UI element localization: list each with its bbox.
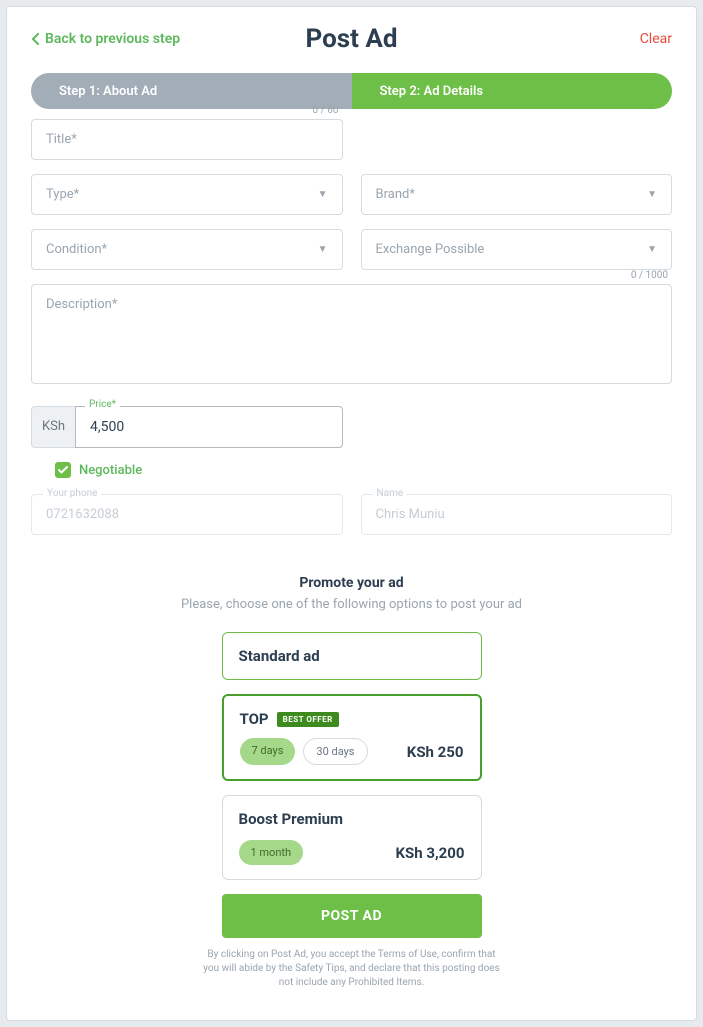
best-offer-badge: BEST OFFER <box>277 712 339 727</box>
top-duration-30days[interactable]: 30 days <box>303 738 367 765</box>
clear-link[interactable]: Clear <box>640 31 672 47</box>
name-label: Name <box>373 488 408 499</box>
step-2[interactable]: Step 2: Ad Details <box>352 73 673 109</box>
step-1[interactable]: Step 1: About Ad <box>31 73 352 109</box>
negotiable-label: Negotiable <box>79 463 142 478</box>
promote-title: Promote your ad <box>31 575 672 591</box>
top-duration-7days[interactable]: 7 days <box>240 738 296 765</box>
promo-top-title: TOP <box>240 710 269 728</box>
promote-subtitle: Please, choose one of the following opti… <box>31 597 672 612</box>
negotiable-checkbox[interactable] <box>55 462 71 478</box>
promo-top-price: KSh 250 <box>407 743 464 761</box>
brand-placeholder: Brand* <box>376 187 415 202</box>
chevron-left-icon <box>31 33 39 45</box>
description-input[interactable] <box>31 284 672 384</box>
exchange-placeholder: Exchange Possible <box>376 242 485 257</box>
chevron-down-icon: ▼ <box>647 244 657 255</box>
name-input[interactable] <box>361 494 673 535</box>
type-placeholder: Type* <box>46 187 79 202</box>
back-link[interactable]: Back to previous step <box>31 31 180 47</box>
check-icon <box>58 466 68 474</box>
chevron-down-icon: ▼ <box>318 244 328 255</box>
exchange-select[interactable]: Exchange Possible ▼ <box>361 229 673 270</box>
chevron-down-icon: ▼ <box>318 189 328 200</box>
promo-boost-title: Boost Premium <box>239 810 465 828</box>
post-ad-button[interactable]: POST AD <box>222 894 482 938</box>
page-title: Post Ad <box>306 24 398 54</box>
price-label: Price* <box>85 399 120 410</box>
condition-placeholder: Condition* <box>46 242 107 257</box>
promo-option-top[interactable]: TOP BEST OFFER 7 days 30 days KSh 250 <box>222 694 482 781</box>
promo-option-standard[interactable]: Standard ad <box>222 632 482 680</box>
disclaimer-text: By clicking on Post Ad, you accept the T… <box>202 948 502 990</box>
chevron-down-icon: ▼ <box>647 189 657 200</box>
phone-input[interactable] <box>31 494 343 535</box>
brand-select[interactable]: Brand* ▼ <box>361 174 673 215</box>
description-counter: 0 / 1000 <box>631 270 668 281</box>
currency-prefix: KSh <box>31 406 75 448</box>
back-label: Back to previous step <box>45 31 180 47</box>
step-progress: Step 1: About Ad Step 2: Ad Details <box>31 73 672 109</box>
promo-boost-price: KSh 3,200 <box>395 844 464 862</box>
price-input[interactable] <box>75 406 342 448</box>
title-input[interactable] <box>31 119 343 160</box>
promo-standard-title: Standard ad <box>239 647 465 665</box>
boost-duration-1month[interactable]: 1 month <box>239 840 304 865</box>
promo-option-boost[interactable]: Boost Premium 1 month KSh 3,200 <box>222 795 482 880</box>
condition-select[interactable]: Condition* ▼ <box>31 229 343 270</box>
title-counter: 0 / 60 <box>313 105 339 116</box>
type-select[interactable]: Type* ▼ <box>31 174 343 215</box>
phone-label: Your phone <box>43 488 101 499</box>
